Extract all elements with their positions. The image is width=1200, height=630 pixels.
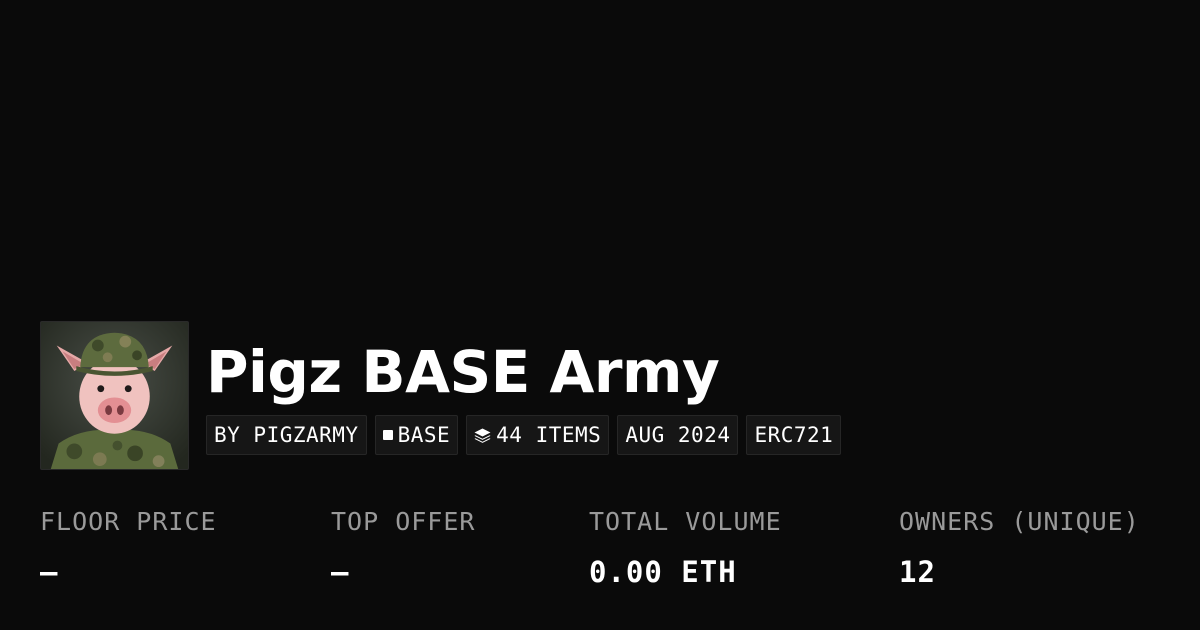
date-label: AUG 2024 <box>625 423 731 447</box>
owners-stat: OWNERS (UNIQUE) 12 <box>899 502 1140 592</box>
layers-icon <box>474 428 491 443</box>
collection-title: Pigz BASE Army <box>206 338 720 406</box>
chain-label: BASE <box>397 423 451 447</box>
total-volume-value: 0.00 ETH <box>589 555 737 589</box>
owners-label: OWNERS (UNIQUE) <box>899 507 1140 536</box>
items-label: 44 ITEMS <box>496 423 602 447</box>
square-icon <box>382 430 393 440</box>
top-offer-stat: TOP OFFER – <box>331 502 475 592</box>
standard-label: ERC721 <box>754 423 834 447</box>
creator-badge[interactable]: BY PIGZARMY <box>206 415 367 455</box>
floor-price-value: – <box>40 555 59 589</box>
owners-value: 12 <box>899 555 936 589</box>
top-offer-value: – <box>331 555 350 589</box>
collection-avatar <box>40 321 189 470</box>
top-offer-label: TOP OFFER <box>331 507 476 536</box>
chain-badge[interactable]: BASE <box>374 415 459 455</box>
creator-label: BY PIGZARMY <box>214 423 359 447</box>
total-volume-stat: TOTAL VOLUME 0.00 ETH <box>589 502 782 592</box>
standard-badge: ERC721 <box>746 415 842 455</box>
items-badge: 44 ITEMS <box>466 415 610 455</box>
floor-price-stat: FLOOR PRICE – <box>40 502 217 592</box>
floor-price-label: FLOOR PRICE <box>40 507 217 536</box>
total-volume-label: TOTAL VOLUME <box>589 507 782 536</box>
collection-badges: BY PIGZARMY BASE 44 ITEMS AUG 2024 ERC72… <box>206 415 842 455</box>
pig-soldier-avatar <box>41 322 188 469</box>
date-badge: AUG 2024 <box>617 415 739 455</box>
